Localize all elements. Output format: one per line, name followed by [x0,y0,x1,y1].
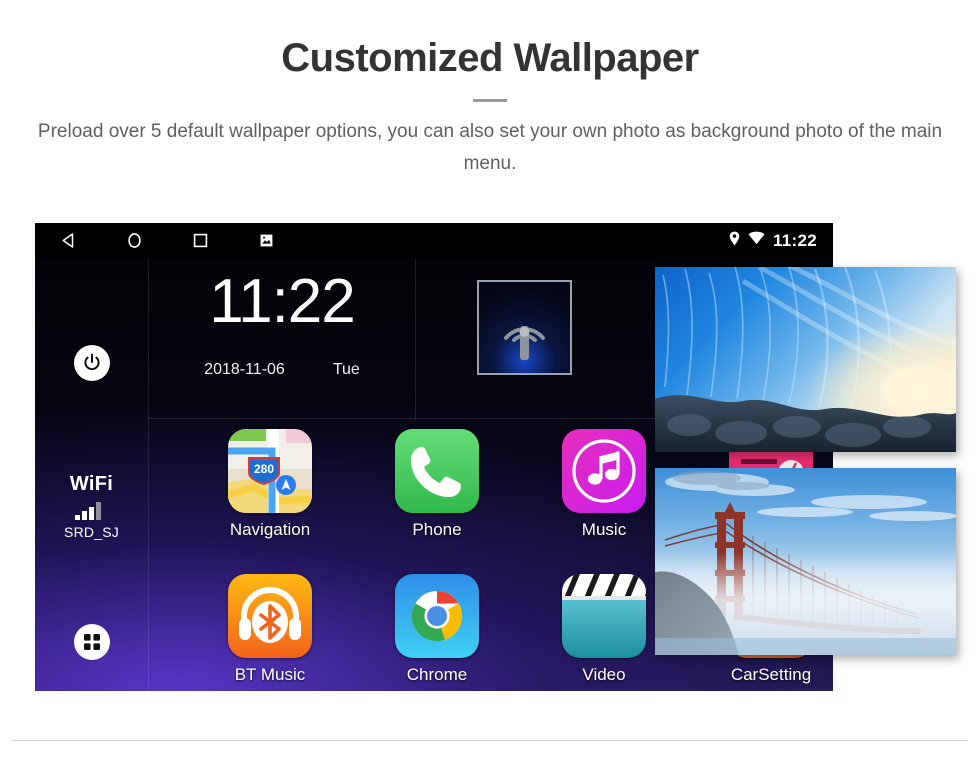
ice-cave-wallpaper[interactable] [655,267,956,452]
maps-icon: 280 [228,429,312,513]
bottom-divider [12,740,968,741]
status-bar-indicators: 11:22 [729,223,817,258]
clock-weekday: Tue [332,361,360,378]
wifi-ssid: SRD_SJ [64,524,119,540]
radio-antenna-icon [477,280,572,375]
page-title: Customized Wallpaper [281,36,699,80]
clock-date: 2018-11-06 [204,361,285,378]
app-label: Video [582,665,626,684]
power-icon[interactable] [74,345,110,381]
app-chrome[interactable]: Chrome [357,574,517,685]
app-label: Navigation [229,520,311,539]
back-icon[interactable] [35,223,101,258]
location-pin-icon [729,231,740,251]
wifi-title: WiFi [69,473,114,495]
clock-meta: 2018-11-06 Tue [149,361,415,379]
signal-bars-icon [74,502,109,520]
app-label: BT Music [234,665,306,684]
left-rail: WiFi SRD_SJ [35,258,148,691]
chrome-icon [395,574,479,658]
page-subtitle: Preload over 5 default wallpaper options… [37,121,943,174]
phone-icon [395,429,479,513]
navigation-bar [35,223,299,258]
status-bar-clock: 11:22 [772,230,817,250]
clock-time: 11:22 [209,267,356,336]
recents-icon[interactable] [167,223,233,258]
music-note-icon [562,429,646,513]
home-icon[interactable] [101,223,167,258]
clock-widget[interactable]: 11:22 2018-11-06 Tue [149,258,415,418]
svg-text:280: 280 [254,462,274,476]
golden-gate-wallpaper[interactable] [655,468,956,655]
app-label: Phone [412,520,462,539]
app-phone[interactable]: Phone [357,429,517,540]
screenshot-icon[interactable] [233,223,299,258]
title-divider [473,99,507,102]
android-status-bar: 11:22 [35,223,833,258]
page-root: Customized Wallpaper Preload over 5 defa… [0,0,980,758]
app-navigation[interactable]: 280 Navigation [190,429,350,540]
apps-grid-icon[interactable] [74,624,110,660]
wifi-icon [748,231,765,250]
app-label: Chrome [406,665,468,684]
bluetooth-headphones-icon [228,574,312,658]
app-label: CarSetting [730,665,812,684]
app-bt-music[interactable]: BT Music [190,574,350,685]
wifi-status[interactable]: WiFi SRD_SJ [35,473,148,540]
video-clapperboard-icon [562,574,646,658]
